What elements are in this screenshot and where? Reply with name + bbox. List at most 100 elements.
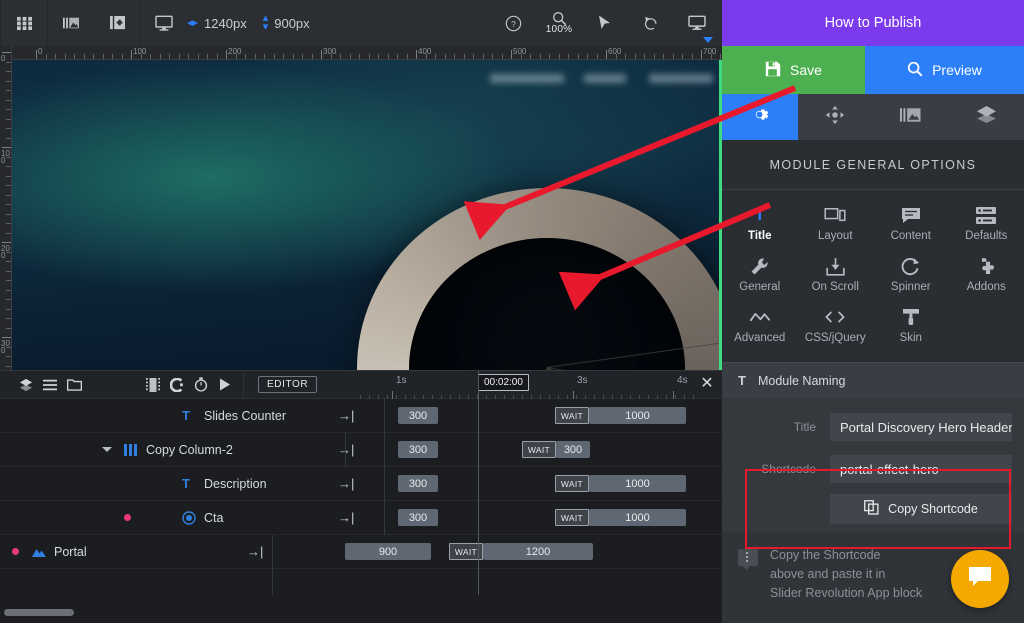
shortcode-input[interactable]: portal-effect-hero [830,455,1012,483]
align-end-icon[interactable]: →| [338,476,354,491]
settings-tab[interactable] [722,94,798,140]
timeline-wait-bar[interactable]: WAIT [555,407,589,424]
folder-icon[interactable] [62,371,86,399]
title-input[interactable]: Portal Discovery Hero Header [830,413,1012,441]
option-label: Skin [899,332,922,344]
timeline-out-bar[interactable]: 1000 [589,407,686,424]
option-title[interactable]: T Title [722,199,798,250]
desktop-icon[interactable] [141,0,187,46]
canvas-height-control[interactable]: ▴ ▾ 900px [263,13,310,33]
add-module-icon[interactable] [94,0,140,46]
timeline-playhead[interactable] [478,371,479,595]
portal-ring-graphic[interactable] [357,188,722,370]
timeline-row-name: Description [204,476,267,491]
save-icon [765,61,781,80]
info-bubble-icon [738,549,758,570]
section-title: MODULE GENERAL OPTIONS [722,140,1024,190]
timeline-in-bar[interactable]: 300 [398,509,438,526]
timeline-wait-bar[interactable]: WAIT [555,509,589,526]
timeline-out-bar[interactable]: 1000 [589,475,686,492]
timeline-row[interactable]: T Description →| 300 WAIT 1000 [0,467,722,501]
ruler-label: 200 [228,47,242,56]
option-css-jquery[interactable]: CSS/jQuery [798,301,874,352]
align-end-icon[interactable]: →| [247,544,263,559]
ruler-tick [2,52,11,53]
timeline-row[interactable]: Portal →| 900 WAIT 1200 [0,535,722,569]
navigation-tab[interactable] [798,94,874,140]
chevron-down-icon[interactable] [102,447,112,452]
play-icon[interactable] [213,371,237,399]
timeline-row[interactable]: Cta →| 300 WAIT 1000 [0,501,722,535]
align-end-icon[interactable]: →| [338,442,354,457]
option-spinner[interactable]: Spinner [873,250,949,301]
slider-revolution-editor: ◂▸ 1240px ▴ ▾ 900px ? 100% 0 100 200 300… [0,0,1024,623]
options-row: T Title Layout Content Defaults [722,199,1024,250]
slide-canvas[interactable] [12,60,722,370]
title-icon: T [738,373,746,388]
timeline-row-name: Slides Counter [204,408,286,423]
timeline-row-label-col: Copy Column-2 →| [0,433,354,467]
toolbar-size-group: ◂▸ 1240px ▴ ▾ 900px [141,0,326,46]
editor-toggle-button[interactable]: EDITOR [258,376,318,393]
timeline-in-bar[interactable]: 300 [398,407,438,424]
toolbar-right-group: ? 100% [490,0,722,46]
timeline-in-bar[interactable]: 300 [398,475,438,492]
option-content[interactable]: Content [873,199,949,250]
puzzle-icon [977,256,996,276]
ruler-label: 0 [38,47,43,56]
close-timeline-icon[interactable]: ✕ [698,375,716,393]
ruler-label: 600 [608,47,622,56]
option-skin[interactable]: Skin [873,301,949,352]
option-label: Advanced [734,332,786,344]
module-naming-label: Module Naming [757,373,846,388]
copy-shortcode-button[interactable]: Copy Shortcode [830,494,1012,524]
help-icon[interactable]: ? [490,0,536,46]
timeline-row[interactable]: T Slides Counter →| 300 WAIT 1000 [0,399,722,433]
timeline-out-bar[interactable]: 1200 [483,543,593,560]
option-layout[interactable]: Layout [798,199,874,250]
timeline-wait-bar[interactable]: WAIT [555,475,589,492]
module-naming-header[interactable]: T Module Naming [722,362,1024,398]
align-end-icon[interactable]: →| [338,510,354,525]
option-defaults[interactable]: Defaults [949,199,1024,250]
timeline-wait-bar[interactable]: WAIT [522,441,556,458]
option-label: Spinner [890,281,931,293]
snap-grid-icon[interactable] [141,371,165,399]
list-icon[interactable] [38,371,62,399]
timeline-out-bar[interactable]: 1000 [589,509,686,526]
stopwatch-icon[interactable] [189,371,213,399]
horizontal-scrollbar[interactable] [4,609,74,616]
option-on-scroll[interactable]: On Scroll [798,250,874,301]
layers-icon[interactable] [14,371,38,399]
zoom-control[interactable]: 100% [536,0,582,46]
option-label: Content [890,230,931,242]
slides-tab[interactable] [873,94,949,140]
chat-bubble-button[interactable] [951,550,1009,608]
align-end-icon[interactable]: →| [338,408,354,423]
preview-button[interactable]: Preview [865,46,1024,94]
cursor-icon[interactable] [582,0,628,46]
copy-shortcode-row: Copy Shortcode [722,494,1024,524]
timeline-out-bar[interactable]: 300 [556,441,590,458]
timeline-in-bar[interactable]: 300 [398,441,438,458]
timeline-in-bar[interactable]: 900 [345,543,431,560]
option-label: Defaults [965,230,1008,242]
option-advanced[interactable]: Advanced [722,301,798,352]
option-addons[interactable]: Addons [949,250,1024,301]
download-icon [826,256,845,276]
layers-tab[interactable] [949,94,1024,140]
top-toolbar: ◂▸ 1240px ▴ ▾ 900px ? 100% [0,0,722,46]
loop-icon[interactable] [165,371,189,399]
text-layer-icon: T [182,408,190,423]
grid-icon[interactable] [1,0,47,46]
monitor-icon[interactable] [674,0,720,46]
ruler-label: 300 [323,47,337,56]
option-general[interactable]: General [722,250,798,301]
slides-icon[interactable] [48,0,94,46]
shape-layer-icon [32,546,46,557]
canvas-width-control[interactable]: ◂▸ 1240px [187,16,247,31]
timeline-row[interactable]: Copy Column-2 →| 300 WAIT 300 [0,433,722,467]
save-button[interactable]: Save [722,46,865,94]
wrench-icon [750,256,769,276]
undo-icon[interactable] [628,0,674,46]
